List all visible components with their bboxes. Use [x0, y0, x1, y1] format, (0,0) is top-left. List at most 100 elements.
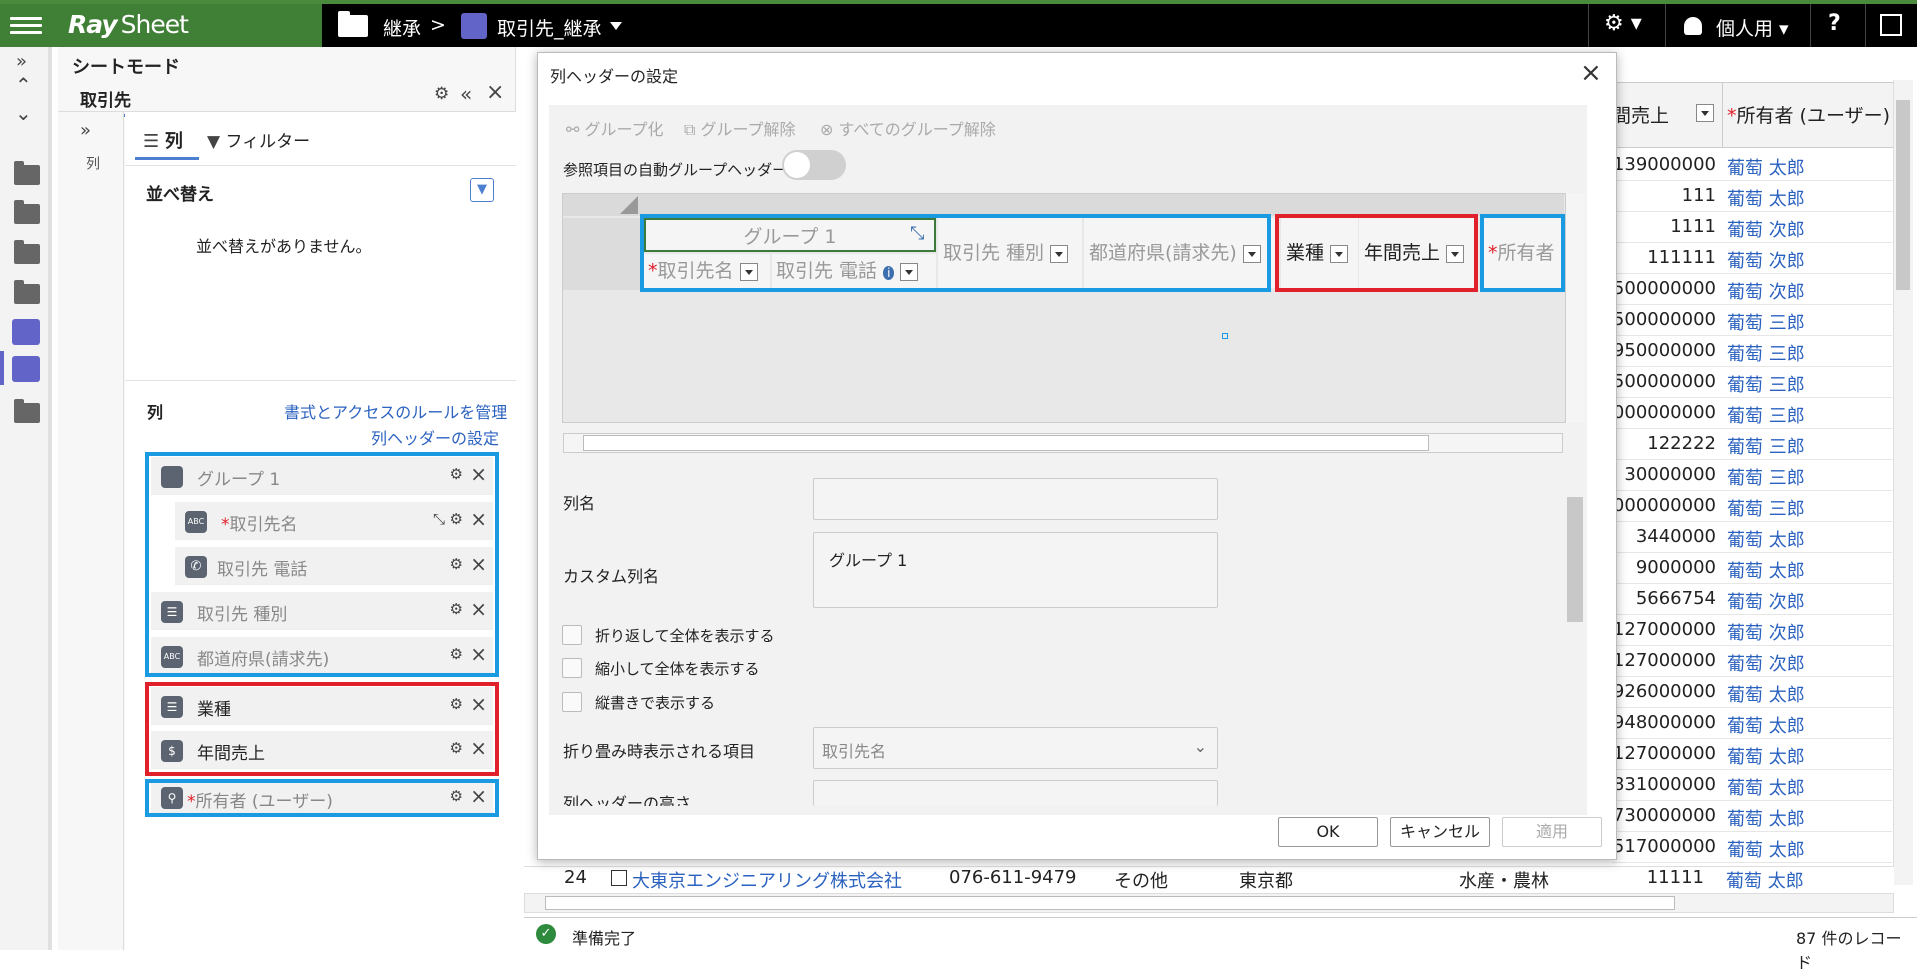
vertical-checkbox[interactable] [562, 692, 582, 712]
owner-cell[interactable]: 葡萄 太郎 [1727, 774, 1805, 800]
gear-icon[interactable]: ⚙ [434, 84, 449, 104]
owner-cell[interactable]: 葡萄 次郎 [1727, 619, 1805, 645]
table-row[interactable]: 127000000 葡萄 次郎 [1612, 646, 1892, 677]
table-row[interactable]: 30000000 葡萄 三郎 [1612, 460, 1892, 491]
chevron-up-icon[interactable]: ⌃ [15, 73, 32, 97]
collapse-arrows-icon[interactable]: ⤡ [433, 510, 445, 528]
owner-cell[interactable]: 葡萄 次郎 [1727, 216, 1805, 242]
table-row[interactable]: 000000000 葡萄 三郎 [1612, 491, 1892, 522]
owner-cell[interactable]: 葡萄 三郎 [1727, 340, 1805, 366]
scrollbar-thumb[interactable] [545, 896, 1675, 910]
owner-cell[interactable]: 葡萄 太郎 [1727, 154, 1805, 180]
table-row[interactable]: 3440000 葡萄 太郎 [1612, 522, 1892, 553]
help-button[interactable]: ? [1828, 11, 1841, 36]
resize-handle[interactable] [1222, 333, 1228, 339]
owner-cell[interactable]: 葡萄 次郎 [1727, 247, 1805, 273]
expand-icon[interactable]: » [16, 51, 27, 72]
owner-cell[interactable]: 葡萄 太郎 [1727, 557, 1805, 583]
dropdown-icon[interactable] [1696, 104, 1714, 122]
wrap-checkbox[interactable] [562, 625, 582, 645]
hamburger-menu-icon[interactable] [10, 13, 42, 39]
header-annual-sales[interactable]: 間売上 [1612, 101, 1669, 128]
column-item-owner[interactable]: ⚲ *所有者 (ユーザー) ⚙ × [151, 783, 493, 813]
column-item-industry[interactable]: ☰ 業種 ⚙ × [151, 687, 493, 725]
settings-gear-icon[interactable]: ⚙ ▾ [1604, 11, 1642, 36]
close-icon[interactable]: × [486, 80, 504, 105]
breadcrumb-sheet[interactable]: 取引先_継承 [497, 14, 602, 41]
close-icon[interactable]: × [470, 692, 487, 716]
chevron-down-icon[interactable] [610, 22, 622, 30]
owner-cell[interactable]: 葡萄 三郎 [1727, 495, 1805, 521]
ungroup-all-button[interactable]: ⊗ すべてのグループ解除 [820, 116, 996, 140]
folder-icon[interactable] [14, 161, 40, 185]
sheet-icon[interactable] [12, 356, 40, 382]
table-row[interactable]: 831000000 葡萄 太郎 [1612, 770, 1892, 801]
close-icon[interactable]: × [470, 462, 487, 486]
gear-icon[interactable]: ⚙ [450, 695, 463, 713]
table-row[interactable]: 950000000 葡萄 三郎 [1612, 336, 1892, 367]
owner-cell[interactable]: 葡萄 太郎 [1727, 681, 1805, 707]
ungroup-button[interactable]: ⧉ グループ解除 [684, 116, 796, 140]
custom-name-textarea[interactable]: グループ 1 [813, 532, 1218, 608]
owner-cell[interactable]: 葡萄 三郎 [1727, 309, 1805, 335]
gear-icon[interactable]: ⚙ [450, 510, 463, 528]
table-row[interactable]: 111111 葡萄 次郎 [1612, 243, 1892, 274]
user-menu[interactable]: 個人用 ▾ [1716, 14, 1789, 41]
table-row[interactable]: 926000000 葡萄 太郎 [1612, 677, 1892, 708]
collapse-icon[interactable]: « [460, 82, 472, 106]
owner-cell[interactable]: 葡萄 三郎 [1727, 433, 1805, 459]
column-item-prefecture[interactable]: ABC 都道府県(請求先) ⚙ × [151, 637, 493, 673]
folder-icon[interactable] [14, 240, 40, 264]
ok-button[interactable]: OK [1278, 817, 1378, 847]
owner-cell[interactable]: 葡萄 太郎 [1727, 185, 1805, 211]
close-icon[interactable]: × [470, 784, 487, 808]
owner-cell[interactable]: 葡萄 次郎 [1727, 278, 1805, 304]
row-checkbox[interactable] [611, 870, 627, 886]
table-row[interactable]: 111 葡萄 太郎 [1612, 181, 1892, 212]
group-button[interactable]: ⚯ グループ化 [566, 116, 664, 140]
column-item-annual-sales[interactable]: $ 年間売上 ⚙ × [151, 731, 493, 769]
table-row[interactable]: 122222 葡萄 三郎 [1612, 429, 1892, 460]
layout-icon[interactable] [1880, 14, 1902, 36]
auto-group-toggle[interactable] [782, 150, 846, 180]
breadcrumb-folder[interactable]: 継承 [383, 14, 421, 41]
chevron-down-icon[interactable]: ⌄ [15, 101, 32, 125]
column-item-group[interactable]: グループ 1 ⚙ × [151, 457, 493, 495]
owner-cell[interactable]: 葡萄 三郎 [1727, 464, 1805, 490]
column-item-phone[interactable]: ✆ 取引先 電話 ⚙ × [175, 547, 493, 585]
owner-cell[interactable]: 葡萄 三郎 [1727, 371, 1805, 397]
close-icon[interactable]: × [470, 642, 487, 666]
owner-cell[interactable]: 葡萄 三郎 [1727, 402, 1805, 428]
close-icon[interactable]: × [470, 736, 487, 760]
table-row[interactable]: 730000000 葡萄 太郎 [1612, 801, 1892, 832]
sheet-icon[interactable] [12, 319, 40, 345]
table-row[interactable]: 500000000 葡萄 三郎 [1612, 367, 1892, 398]
table-row[interactable]: 9000000 葡萄 太郎 [1612, 553, 1892, 584]
close-icon[interactable]: × [470, 507, 487, 531]
folder-icon[interactable] [14, 399, 40, 423]
table-row[interactable]: 500000000 葡萄 三郎 [1612, 305, 1892, 336]
sort-dropdown[interactable]: ▼ [470, 178, 494, 202]
table-row[interactable]: 127000000 葡萄 太郎 [1612, 739, 1892, 770]
column-item-name[interactable]: ABC *取引先名 ⤡ ⚙ × [175, 502, 493, 540]
preview-vscroll[interactable] [1565, 193, 1585, 423]
owner-cell[interactable]: 葡萄 次郎 [1727, 588, 1805, 614]
shrink-checkbox[interactable] [562, 658, 582, 678]
header-owner[interactable]: *所有者 (ユーザー) [1727, 101, 1895, 128]
owner-cell[interactable]: 葡萄 太郎 [1727, 712, 1805, 738]
cancel-button[interactable]: キャンセル [1390, 817, 1490, 847]
owner-cell[interactable]: 葡萄 太郎 [1727, 836, 1805, 862]
scrollbar-thumb[interactable] [583, 435, 1429, 451]
close-icon[interactable]: × [470, 552, 487, 576]
gear-icon[interactable]: ⚙ [450, 600, 463, 618]
tab-columns[interactable]: ☰ 列 [143, 127, 183, 153]
collapse-item-select[interactable]: 取引先名 ⌄ [813, 727, 1218, 769]
gear-icon[interactable]: ⚙ [450, 787, 463, 805]
scrollbar-thumb[interactable] [1567, 497, 1583, 622]
close-icon[interactable]: × [470, 597, 487, 621]
table-row[interactable]: 1111 葡萄 次郎 [1612, 212, 1892, 243]
gear-icon[interactable]: ⚙ [450, 555, 463, 573]
table-row[interactable]: 127000000 葡萄 次郎 [1612, 615, 1892, 646]
gear-icon[interactable]: ⚙ [450, 739, 463, 757]
column-header-settings-link[interactable]: 列ヘッダーの設定 [371, 425, 499, 449]
